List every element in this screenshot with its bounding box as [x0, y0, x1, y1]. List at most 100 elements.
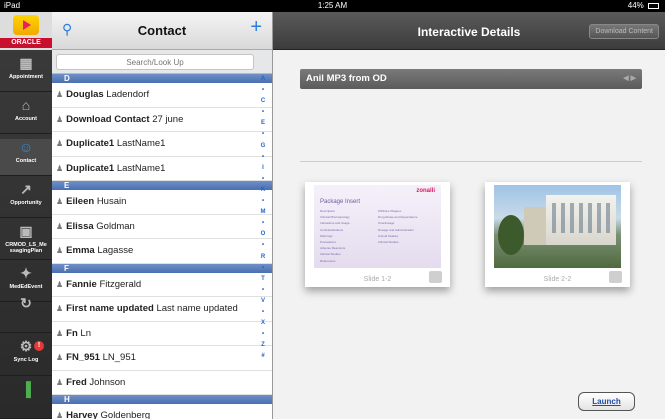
contact-last-name: Ladendorf	[106, 89, 150, 100]
contact-icon: ♟	[56, 279, 64, 289]
list-item[interactable]: ♟ Duplicate1 LastName1	[52, 132, 272, 157]
contact-last-name: Goldenberg	[100, 410, 151, 419]
thumbnail-text: Animal Studies	[378, 233, 399, 238]
index-letter[interactable]: R	[254, 252, 272, 263]
media-title-bar[interactable]: Anil MP3 from OD ◀ ▶	[300, 69, 642, 89]
rail-item-label: Opportunity	[10, 200, 42, 206]
list-item[interactable]: ♟ Download Contact 27 june	[52, 108, 272, 132]
battery-icon	[648, 2, 659, 9]
section-header: D	[52, 74, 272, 83]
detail-header: Interactive Details Download Content	[273, 12, 665, 50]
list-item[interactable]: ♟ Fred Johnson	[52, 371, 272, 395]
index-letter[interactable]: E	[254, 118, 272, 129]
contact-last-name: Lagasse	[97, 245, 134, 256]
oracle-logo: ORACLE	[0, 38, 52, 48]
rail-item[interactable]: ↗ Opportunity	[0, 181, 52, 218]
med-event-icon: ✦	[20, 265, 32, 281]
list-item[interactable]: ♟ First name updated Last name updated	[52, 297, 272, 322]
thumbnail-text: Description	[320, 209, 336, 213]
contact-last-name: LastName1	[116, 138, 166, 149]
rail-item[interactable]: ▦ Appointment	[0, 55, 52, 92]
contact-first-name: Fn	[66, 327, 78, 339]
rail-item[interactable]: ☺ Contact	[0, 139, 52, 176]
status-bar: iPad 1:25 AM 44%	[0, 0, 665, 12]
index-letter[interactable]: X	[254, 318, 272, 329]
thumbnail-text: ZONALL Plaquex	[378, 209, 402, 213]
list-item[interactable]: ♟ Fn Ln	[52, 322, 272, 346]
index-letter[interactable]: •	[254, 152, 272, 163]
thumbnail-text: Adverse Reactions	[320, 246, 346, 251]
index-letter[interactable]: •	[254, 196, 272, 207]
index-letter[interactable]: T	[254, 274, 272, 285]
building-shape	[546, 195, 616, 245]
document-icon	[609, 271, 622, 283]
sync-badge: !	[34, 341, 44, 351]
index-letter[interactable]: •	[254, 263, 272, 274]
index-letter[interactable]: •	[254, 107, 272, 118]
rail-bottom-item[interactable]: ▐	[0, 381, 52, 419]
list-item[interactable]: ♟ Emma Lagasse	[52, 239, 272, 264]
alphabet-index[interactable]: A • C • E • G • I • K • M • O • R • T • V • X • Z #	[254, 74, 272, 419]
list-item[interactable]: ♟ FN_951 LN_951	[52, 346, 272, 371]
index-letter[interactable]: •	[254, 307, 272, 318]
index-letter[interactable]: #	[254, 351, 272, 362]
rail-item[interactable]: ▣ CRMOD_LS_Me ssagingPlan	[0, 223, 52, 260]
index-letter[interactable]: •	[254, 129, 272, 140]
search-input[interactable]	[56, 54, 254, 70]
thumbnail-text: Dosage and Administration	[378, 227, 414, 232]
index-letter[interactable]: Z	[254, 340, 272, 351]
rail-item[interactable]: ⌂ Account	[0, 97, 52, 134]
index-letter[interactable]: •	[254, 85, 272, 96]
slide-card[interactable]: zonalli Package Insert Description Clinic…	[305, 182, 450, 287]
contact-list-pane: ⚲ Contact + D♟Douglas Ladendorf♟Download…	[52, 12, 273, 419]
list-item[interactable]: ♟ Harvey Goldenberg	[52, 404, 272, 419]
contact-first-name: Harvey	[66, 410, 98, 419]
contact-last-name: LastName1	[116, 162, 166, 174]
index-letter[interactable]: A	[254, 74, 272, 85]
document-icon	[429, 271, 442, 283]
rail-bottom-item[interactable]: ⚙! Sync Log	[0, 338, 52, 376]
index-letter[interactable]: V	[254, 296, 272, 307]
index-letter[interactable]: •	[254, 285, 272, 296]
contact-first-name: Elissa	[66, 220, 94, 232]
media-control-icon[interactable]: ◀ ▶	[623, 69, 636, 89]
contact-icon: ♟	[56, 197, 64, 206]
list-item[interactable]: ♟ Fannie Fitzgerald	[52, 273, 272, 297]
contact-last-name: Johnson	[89, 376, 126, 388]
list-item[interactable]: ♟ Eileen Husain	[52, 190, 272, 215]
index-letter[interactable]: •	[254, 174, 272, 185]
rail-item-label: CRMOD_LS_Me ssagingPlan	[5, 242, 47, 254]
index-letter[interactable]: •	[254, 218, 272, 229]
rail-item-label: Appointment	[9, 74, 43, 80]
nav-rail: ORACLE ▦ Appointment ⌂ Account ☺ Contact ↗ Oppo…	[0, 12, 52, 419]
clock: 1:25 AM	[317, 1, 348, 10]
thumbnail-text: References	[320, 258, 336, 263]
index-letter[interactable]: •	[254, 240, 272, 251]
index-letter[interactable]: M	[254, 207, 272, 218]
gear-icon: ⚙	[19, 338, 33, 354]
index-letter[interactable]: C	[254, 96, 272, 107]
list-item[interactable]: ♟ Douglas Ladendorf	[52, 83, 272, 108]
rail-bottom-item[interactable]: ↻	[0, 295, 52, 333]
slide-thumbnail: zonalli Package Insert Description Clinic…	[314, 185, 441, 268]
add-contact-button[interactable]: +	[250, 17, 262, 37]
contact-icon: ♟	[56, 411, 64, 419]
contact-last-name: Last name updated	[156, 303, 238, 314]
index-letter[interactable]: O	[254, 229, 272, 240]
list-item[interactable]: ♟ Elissa Goldman	[52, 215, 272, 239]
index-letter[interactable]: •	[254, 329, 272, 340]
list-item[interactable]: ♟ Duplicate1 LastName1	[52, 157, 272, 181]
app-logo: ORACLE	[0, 12, 52, 50]
slide-card[interactable]: Slide 2-2	[485, 182, 630, 287]
index-letter[interactable]: G	[254, 141, 272, 152]
thumbnail-text: Drug Abuse and Dependence	[378, 215, 418, 220]
index-letter[interactable]: I	[254, 163, 272, 174]
index-letter[interactable]: K	[254, 185, 272, 196]
contact-icon: ♟	[56, 139, 64, 148]
thumbnail-text: Contraindications	[320, 227, 344, 232]
people-icon: ☺	[18, 139, 34, 155]
launch-button[interactable]: Launch	[578, 392, 635, 411]
contact-list: D ♟ Douglas Ladendorf ♟ Download Contact 27 …	[52, 74, 272, 419]
app-logo-icon	[13, 15, 39, 35]
download-content-button[interactable]: Download Content	[589, 24, 659, 39]
